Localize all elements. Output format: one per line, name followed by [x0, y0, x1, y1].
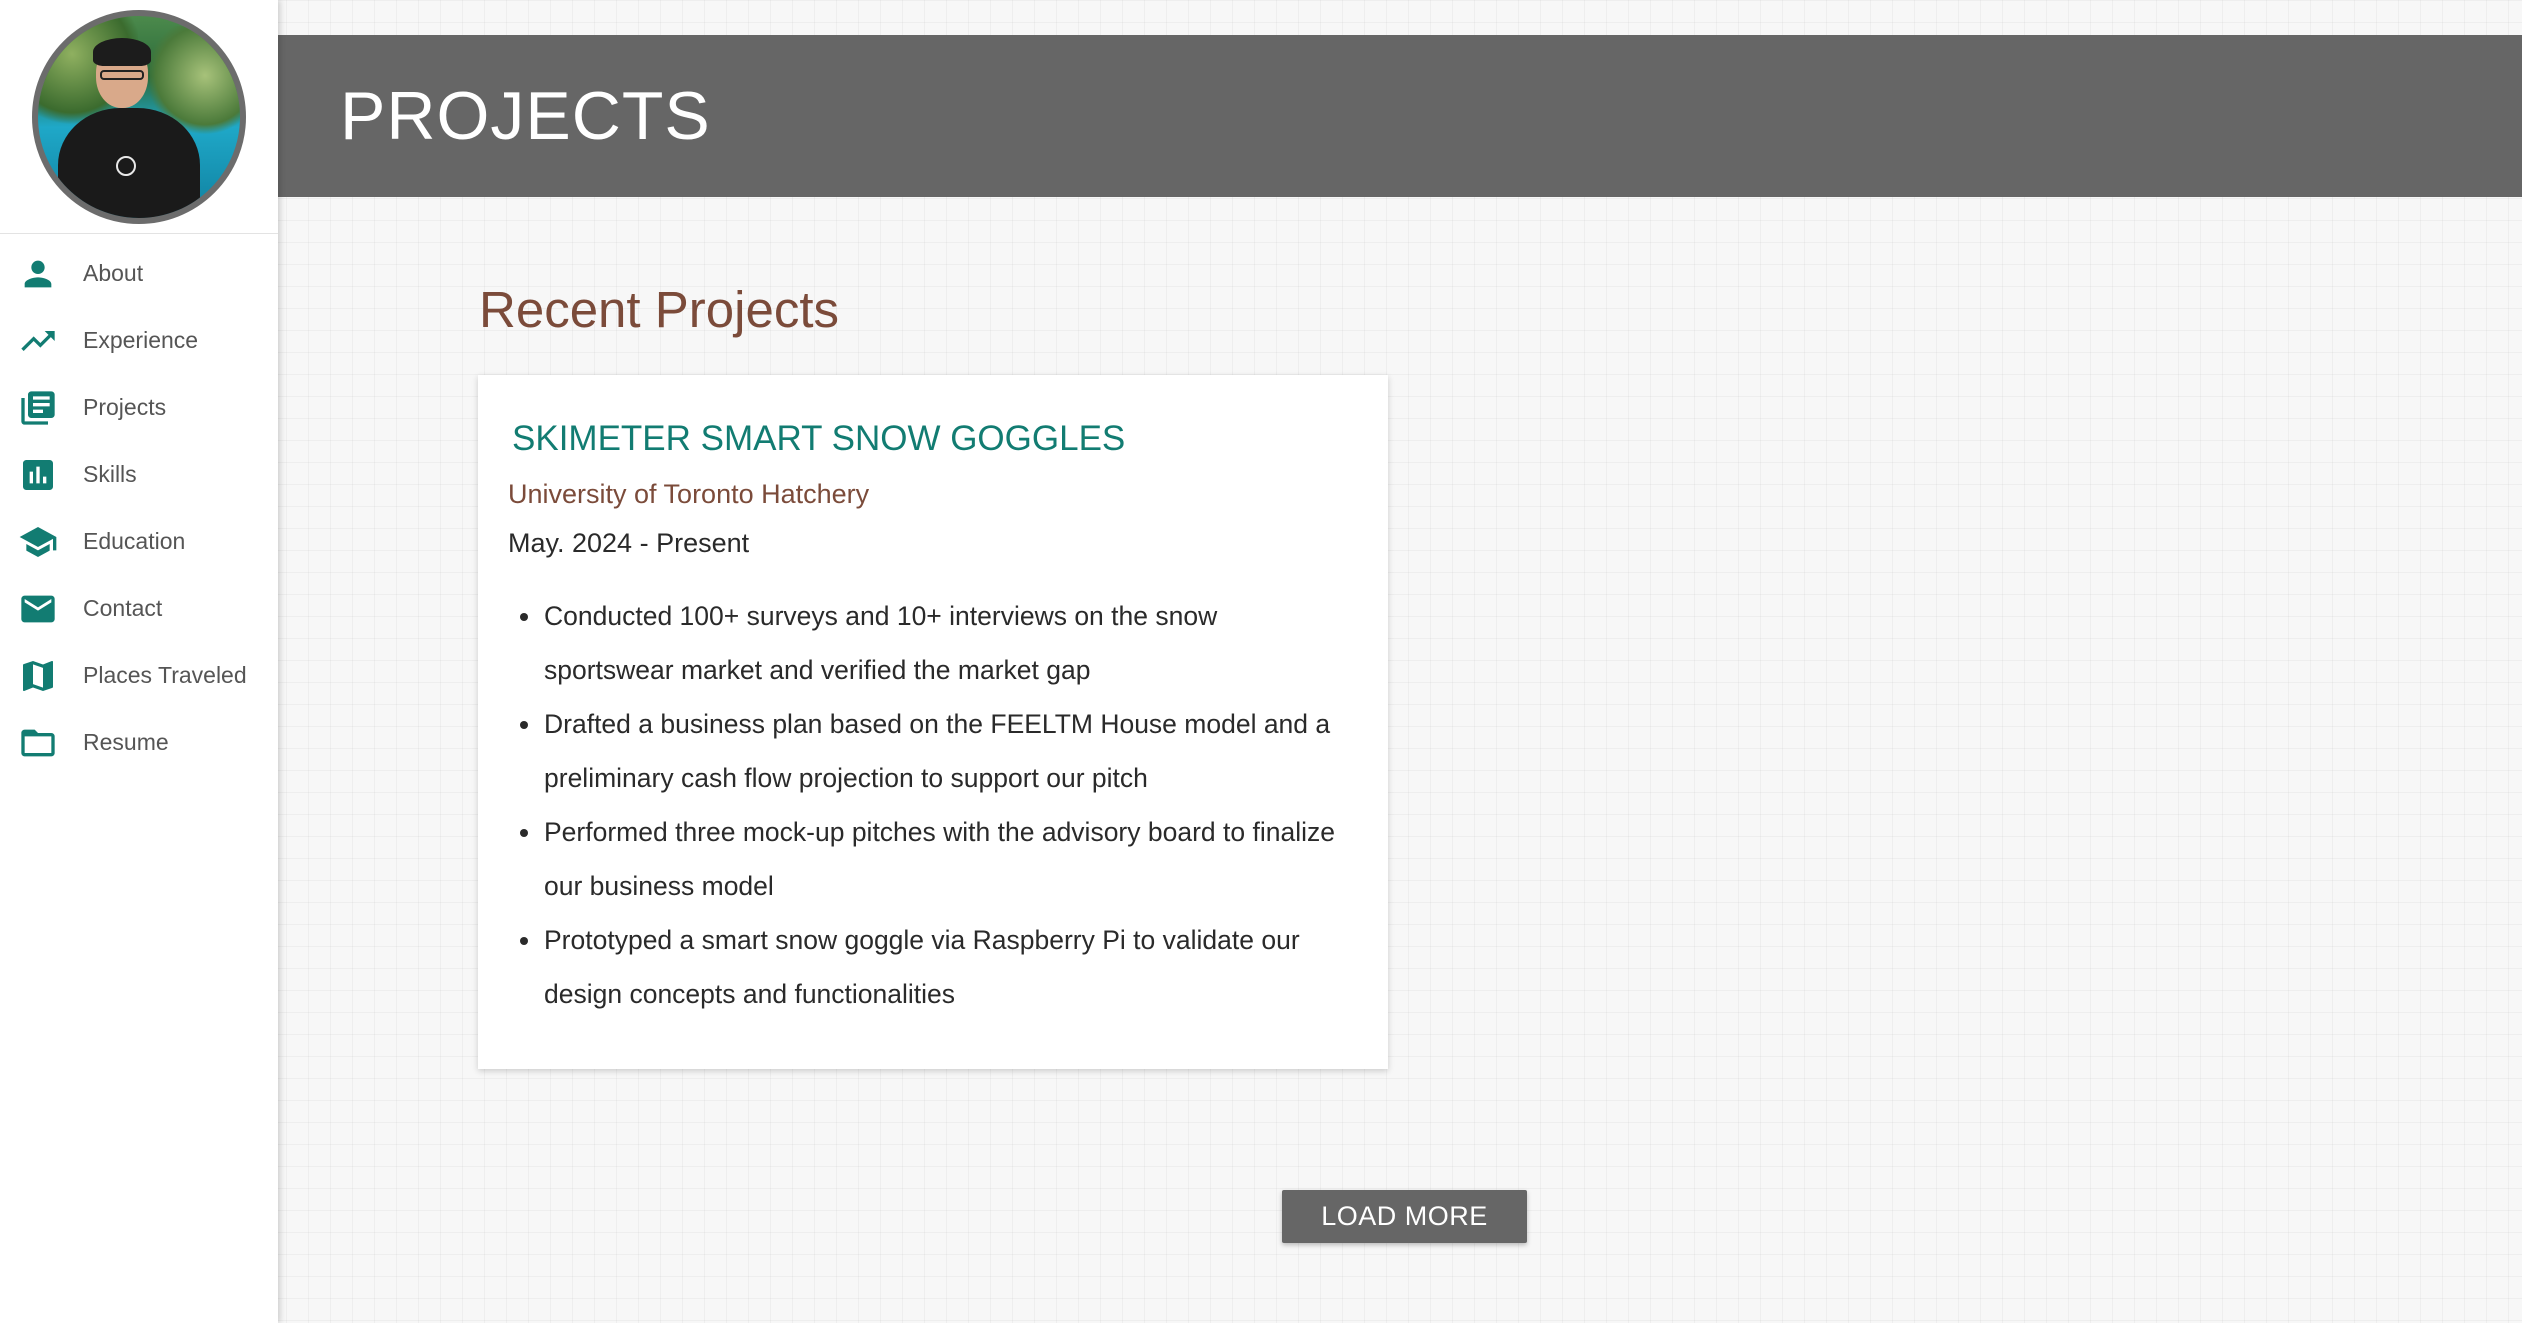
sidebar-nav: About Experience Projects Skills Educati…	[0, 234, 278, 776]
sidebar-item-label: Skills	[83, 461, 137, 487]
sidebar-item-label: About	[83, 260, 144, 286]
trending-up-icon	[18, 321, 58, 361]
library-books-icon	[18, 388, 58, 428]
sidebar-item-places-traveled[interactable]: Places Traveled	[0, 642, 278, 709]
bar-chart-icon	[18, 455, 58, 495]
person-icon	[18, 254, 58, 294]
avatar	[32, 9, 246, 224]
mail-icon	[18, 589, 58, 629]
list-item: Performed three mock-up pitches with the…	[520, 805, 1354, 913]
sidebar-item-label: Contact	[83, 595, 163, 621]
school-icon	[18, 522, 58, 562]
folder-icon	[18, 723, 58, 763]
sidebar-item-label: Education	[83, 528, 186, 554]
sidebar-item-about[interactable]: About	[0, 240, 278, 307]
page-header: PROJECTS	[278, 35, 2522, 197]
sidebar-item-label: Resume	[83, 729, 169, 755]
section-title: Recent Projects	[479, 281, 839, 338]
sidebar-item-label: Places Traveled	[83, 662, 247, 688]
list-item: Conducted 100+ surveys and 10+ interview…	[520, 589, 1354, 697]
sidebar-item-experience[interactable]: Experience	[0, 307, 278, 374]
sidebar-item-skills[interactable]: Skills	[0, 441, 278, 508]
load-more-button[interactable]: LOAD MORE	[1282, 1190, 1527, 1243]
project-card: SKIMETER SMART SNOW GOGGLES University o…	[478, 375, 1388, 1069]
page-title: PROJECTS	[340, 78, 711, 154]
sidebar-item-label: Experience	[83, 327, 199, 353]
project-date: May. 2024 - Present	[508, 528, 750, 558]
project-bullets: Conducted 100+ surveys and 10+ interview…	[508, 589, 1354, 1021]
list-item: Prototyped a smart snow goggle via Raspb…	[520, 913, 1354, 1021]
project-title: SKIMETER SMART SNOW GOGGLES	[512, 419, 1126, 458]
sidebar-item-resume[interactable]: Resume	[0, 709, 278, 776]
sidebar-item-education[interactable]: Education	[0, 508, 278, 575]
sidebar-item-label: Projects	[83, 394, 167, 420]
sidebar: About Experience Projects Skills Educati…	[0, 0, 278, 1323]
list-item: Drafted a business plan based on the FEE…	[520, 697, 1354, 805]
map-icon	[18, 656, 58, 696]
sidebar-item-projects[interactable]: Projects	[0, 374, 278, 441]
project-organization: University of Toronto Hatchery	[508, 479, 870, 509]
sidebar-item-contact[interactable]: Contact	[0, 575, 278, 642]
avatar-container	[0, 0, 278, 234]
